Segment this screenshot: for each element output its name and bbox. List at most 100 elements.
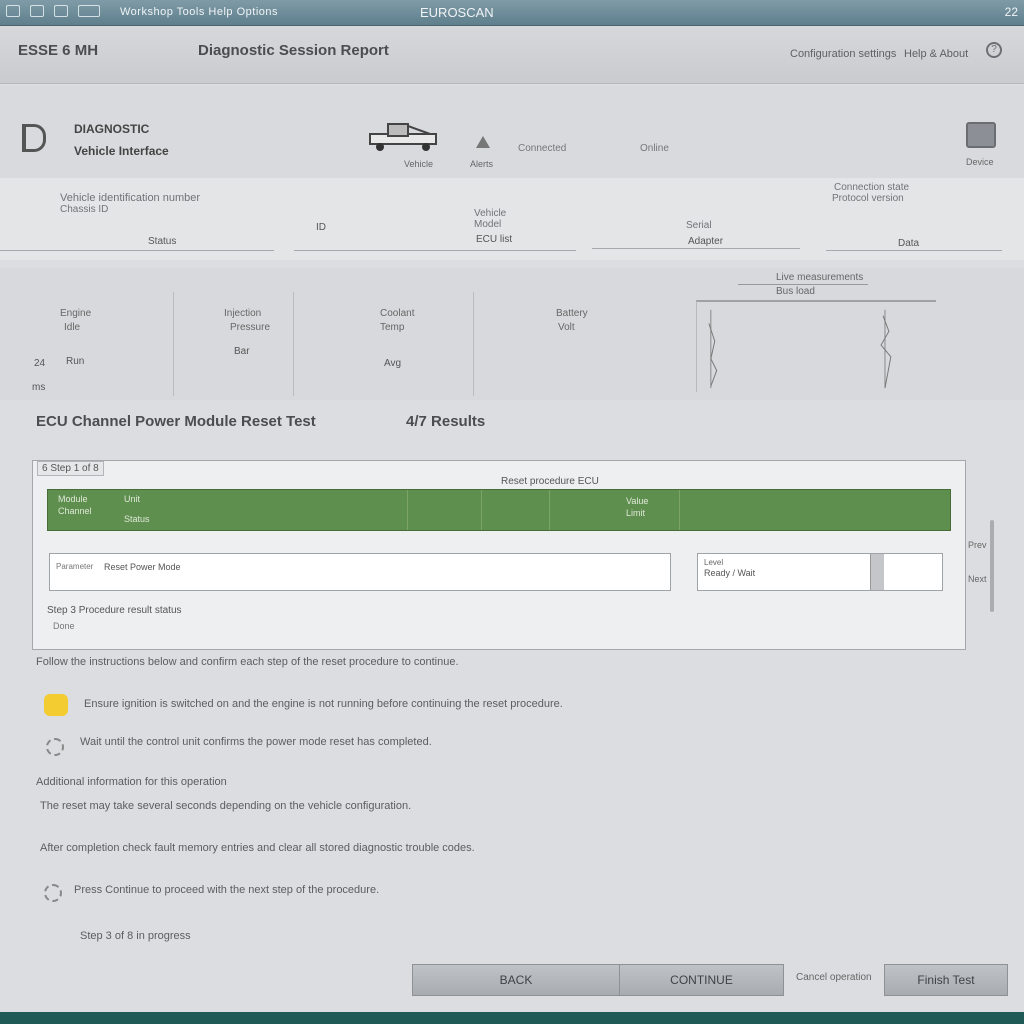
stat-sublabel: Idle: [64, 322, 81, 333]
titlebar-icons: [6, 5, 100, 17]
field-model[interactable]: Vehicle Model ECU list: [474, 208, 574, 254]
procedure-panel: 6 Step 1 of 8 Reset procedure ECU Module…: [32, 460, 966, 650]
app-name: ESSE 6 MH: [18, 42, 99, 59]
info-heading: Additional information for this operatio…: [36, 776, 227, 788]
status-cell-text: Value: [626, 496, 649, 506]
online-status: Online: [640, 143, 669, 154]
select-value: Ready / Wait: [704, 568, 756, 578]
input-value: Reset Power Mode: [104, 562, 181, 572]
stat-left-value: 24: [34, 358, 46, 369]
finish-button[interactable]: Finish Test: [884, 964, 1008, 996]
field-value: ID: [316, 222, 326, 233]
info-text: After completion check fault memory entr…: [40, 842, 475, 854]
info-intro: Follow the instructions below and confir…: [36, 656, 459, 668]
menu-bar[interactable]: Workshop Tools Help Options: [120, 6, 278, 18]
info-progress: Step 3 of 8 in progress: [80, 930, 191, 942]
status-cell: [482, 490, 550, 530]
truck-label: Vehicle: [404, 159, 434, 169]
field-sublabel: Model: [474, 219, 502, 230]
stat-value: Bar: [234, 346, 250, 357]
window-titlebar: Workshop Tools Help Options EUROSCAN 22: [0, 0, 1024, 26]
warning-label: Alerts: [470, 159, 494, 169]
status-cell: Module Unit Channel Status: [48, 490, 408, 530]
config-link[interactable]: Configuration settings: [790, 48, 896, 60]
panel-heading: Reset procedure ECU: [501, 476, 599, 487]
device-label: Device: [966, 157, 994, 167]
scrollbar[interactable]: [990, 520, 994, 612]
stat-column-battery: Battery Volt: [474, 292, 694, 396]
scroll-prev[interactable]: Prev: [968, 540, 987, 550]
gear-icon: [46, 738, 64, 756]
dropdown-button[interactable]: [870, 554, 884, 590]
status-cell-text: Limit: [626, 508, 646, 518]
folder-icon[interactable]: [30, 5, 44, 17]
scroll-next[interactable]: Next: [968, 574, 987, 584]
stat-column-injection: Injection Pressure Bar: [174, 292, 294, 396]
stats-header: Live measurements: [776, 272, 864, 283]
stat-column-coolant: Coolant Temp Avg: [294, 292, 474, 396]
stat-column-engine: Engine Idle Run 24 ms: [0, 292, 174, 396]
field-connection[interactable]: Connection state Protocol version Data: [826, 182, 1002, 254]
stat-left-unit: ms: [32, 382, 46, 393]
save-icon[interactable]: [54, 5, 68, 17]
status-cell-text: Channel: [58, 506, 92, 516]
stat-sublabel: Volt: [558, 322, 575, 333]
field-value: Adapter: [688, 236, 724, 247]
continue-button[interactable]: CONTINUE: [620, 964, 784, 996]
help-link[interactable]: Help & About: [904, 48, 968, 60]
truck-icon[interactable]: [368, 120, 440, 154]
stat-label: Battery: [556, 308, 588, 319]
select-label: Level: [704, 558, 724, 567]
stat-label: Injection: [224, 308, 262, 319]
section-title: ECU Channel Power Module Reset Test: [36, 413, 316, 430]
field-id[interactable]: ID: [294, 192, 576, 254]
brand-bar: DIAGNOSTIC Vehicle Interface: [0, 86, 1024, 178]
info-text: The reset may take several seconds depen…: [40, 800, 412, 812]
info-note: Wait until the control unit confirms the…: [80, 736, 432, 748]
live-graph[interactable]: [696, 300, 936, 392]
status-cell-text: Unit: [124, 494, 141, 504]
page-title: Diagnostic Session Report: [198, 42, 389, 59]
field-label: Serial: [686, 220, 712, 231]
procedure-done: Done: [53, 621, 75, 631]
field-sublabel: Chassis ID: [60, 204, 109, 215]
info-warning: Ensure ignition is switched on and the e…: [84, 698, 563, 710]
gear-icon: [44, 884, 62, 902]
stat-value: Avg: [384, 358, 402, 369]
section-subtitle: 4/7 Results: [406, 413, 486, 430]
connection-status: Connected: [518, 143, 567, 154]
field-label: Vehicle identification number: [60, 192, 201, 204]
stat-sublabel: Temp: [380, 322, 405, 333]
brand-subtitle: Vehicle Interface: [74, 144, 169, 158]
procedure-result: Step 3 Procedure result status: [47, 605, 182, 616]
parameter-input[interactable]: Parameter Reset Power Mode: [49, 553, 671, 591]
field-underline: [826, 250, 1002, 251]
brand-name: DIAGNOSTIC: [74, 122, 150, 136]
cancel-link[interactable]: Cancel operation: [796, 972, 872, 983]
stat-label: Coolant: [380, 308, 415, 319]
field-sublabel: Protocol version: [832, 193, 904, 204]
back-button[interactable]: BACK: [412, 964, 620, 996]
stat-sublabel: Pressure: [230, 322, 271, 333]
step-tag: 6 Step 1 of 8: [37, 461, 104, 476]
status-cell: Value Limit: [550, 490, 680, 530]
level-select[interactable]: Level Ready / Wait: [697, 553, 943, 591]
warning-icon[interactable]: [476, 136, 490, 148]
vehicle-fields: Vehicle identification number Chassis ID…: [0, 178, 1024, 260]
taskbar: [0, 1012, 1024, 1024]
device-icon[interactable]: [966, 122, 996, 148]
stat-value: Run: [66, 356, 85, 367]
help-icon[interactable]: ?: [986, 42, 1002, 58]
field-serial[interactable]: Serial Adapter: [592, 220, 800, 254]
field-underline: [592, 248, 800, 249]
print-icon[interactable]: [78, 5, 100, 17]
status-cell: [408, 490, 482, 530]
status-cell-text: Module: [58, 494, 88, 504]
field-label: Vehicle: [474, 208, 507, 219]
stats-header-line: [738, 284, 868, 285]
file-icon[interactable]: [6, 5, 20, 17]
warning-badge-icon: [44, 694, 68, 716]
input-label: Parameter: [56, 562, 94, 571]
info-tip: Press Continue to proceed with the next …: [74, 884, 380, 896]
field-underline: [0, 250, 274, 251]
